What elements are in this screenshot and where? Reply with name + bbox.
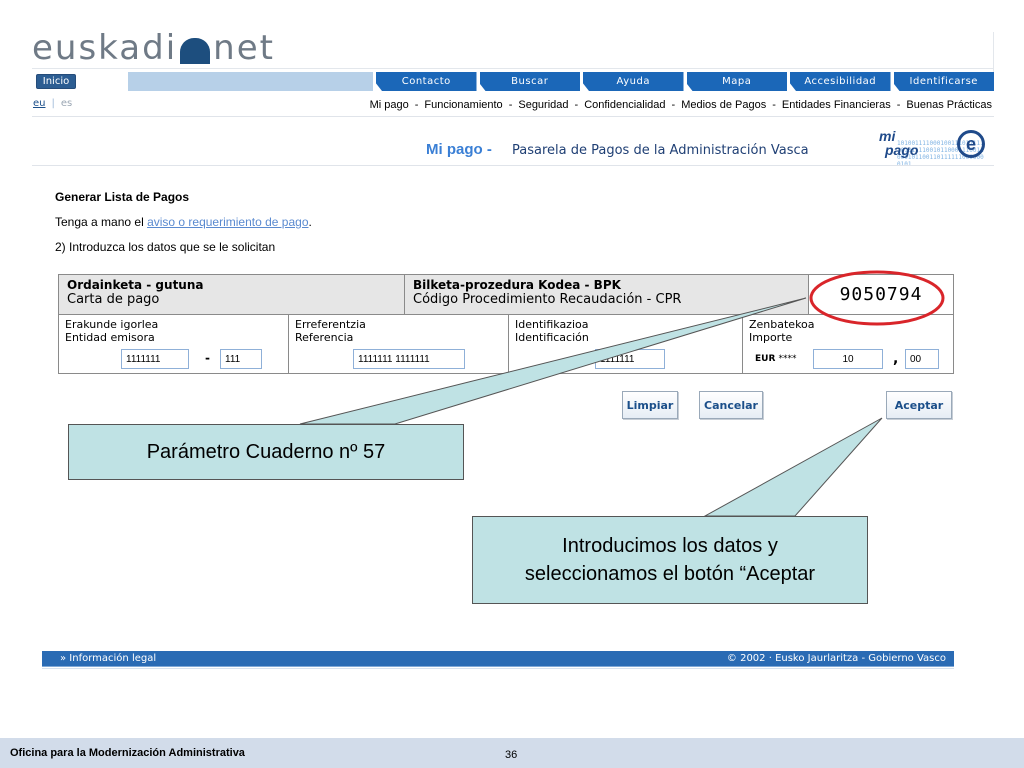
subnav-buenas-practicas[interactable]: Buenas Prácticas bbox=[906, 99, 992, 111]
payment-form: Ordainketa - gutuna Carta de pago Bilket… bbox=[58, 274, 954, 374]
cancelar-button[interactable]: Cancelar bbox=[699, 391, 763, 419]
callout-introducimos: Introducimos los datos y seleccionamos e… bbox=[472, 516, 868, 604]
form-data-row: Erakunde igorlea Entidad emisora 1111111… bbox=[59, 315, 953, 373]
subnav-mi-pago[interactable]: Mi pago bbox=[370, 99, 409, 111]
entidad-emisora-input[interactable]: 1111111 bbox=[121, 349, 189, 369]
nav-tab-buscar[interactable]: Buscar bbox=[479, 72, 580, 91]
importe-cell: Zenbatekoa Importe EUR **** 10 , 00 bbox=[743, 315, 953, 373]
euskadi-net-logo[interactable]: euskadi net bbox=[32, 28, 275, 68]
copyright-text: © 2002 · Eusko Jaurlaritza - Gobierno Va… bbox=[726, 653, 946, 664]
logo-pago-text: pago bbox=[885, 142, 919, 158]
referencia-label-es: Referencia bbox=[295, 331, 354, 344]
legal-underline bbox=[42, 668, 954, 669]
decimal-comma: , bbox=[893, 351, 899, 367]
subnav-seguridad[interactable]: Seguridad bbox=[518, 99, 568, 111]
logo-text-euskadi: euskadi bbox=[32, 28, 178, 68]
subnav-sep: - bbox=[508, 99, 513, 111]
banner-top-line bbox=[32, 116, 994, 117]
referencia-label-eu: Erreferentzia bbox=[295, 318, 366, 331]
main-nav: Inicio Contacto Buscar Ayuda Mapa Accesi… bbox=[32, 72, 994, 91]
subnav-sep: - bbox=[671, 99, 676, 111]
referencia-input[interactable]: 1111111 1111111 bbox=[353, 349, 465, 369]
callout-intro-line-2: seleccionamos el botón “Aceptar bbox=[524, 563, 816, 585]
mi-pago-logo: 1010011110001001110111111010111100101100… bbox=[877, 128, 989, 168]
banner-subtitle: Pasarela de Pagos de la Administración V… bbox=[512, 143, 809, 158]
callout-parametro: Parámetro Cuaderno nº 57 bbox=[68, 424, 464, 480]
aceptar-button[interactable]: Aceptar bbox=[886, 391, 952, 419]
entidad-label-eu: Erakunde igorlea bbox=[65, 318, 159, 331]
callout-intro-line-1: Introducimos los datos y bbox=[562, 535, 778, 557]
currency-code: EUR bbox=[755, 354, 776, 364]
aviso-link[interactable]: aviso o requerimiento de pago bbox=[147, 215, 308, 229]
lang-es-link[interactable]: es bbox=[61, 98, 72, 109]
identificacion-label-eu: Identifikazioa bbox=[515, 318, 589, 331]
instruction-suffix: . bbox=[308, 215, 312, 229]
subnav-funcionamiento[interactable]: Funcionamiento bbox=[424, 99, 502, 111]
legal-bar: » Información legal © 2002 · Eusko Jaurl… bbox=[42, 651, 954, 667]
subnav-entidades-financieras[interactable]: Entidades Financieras bbox=[782, 99, 891, 111]
lang-separator: | bbox=[51, 98, 55, 109]
instruction-line-1: Tenga a mano el aviso o requerimiento de… bbox=[55, 215, 312, 229]
subnav-sep: - bbox=[772, 99, 776, 111]
subnav-sep: - bbox=[574, 99, 579, 111]
carta-label-es: Carta de pago bbox=[67, 292, 160, 307]
logo-e-icon: e bbox=[957, 130, 985, 158]
nav-home-label: Inicio bbox=[35, 74, 77, 89]
cpr-code-value: 9050794 bbox=[839, 284, 923, 305]
logo-text-net: net bbox=[213, 28, 275, 68]
importe-entero-input[interactable]: 10 bbox=[813, 349, 883, 369]
identificacion-label-es: Identificación bbox=[515, 331, 589, 344]
entidad-emisora-cell: Erakunde igorlea Entidad emisora 1111111… bbox=[59, 315, 289, 373]
callout-parametro-text: Parámetro Cuaderno nº 57 bbox=[146, 441, 386, 463]
page-heading: Generar Lista de Pagos bbox=[55, 190, 190, 204]
nav-spacer bbox=[128, 72, 373, 91]
logo-dome-icon bbox=[180, 38, 211, 64]
header-right-divider bbox=[993, 32, 994, 72]
cpr-label-es: Código Procedimiento Recaudación - CPR bbox=[413, 292, 682, 307]
header-divider bbox=[32, 68, 994, 69]
instruction-prefix: Tenga a mano el bbox=[55, 215, 148, 229]
callout-pointer-intro bbox=[703, 417, 883, 517]
currency-stars: **** bbox=[778, 354, 797, 364]
entidad-sufijo-input[interactable]: 111 bbox=[220, 349, 262, 369]
identificacion-input[interactable]: 1111111 bbox=[595, 349, 665, 369]
currency-label: EUR **** bbox=[755, 354, 797, 364]
nav-tab-ayuda[interactable]: Ayuda bbox=[583, 72, 684, 91]
informacion-legal-link[interactable]: » Información legal bbox=[60, 653, 156, 664]
carta-label-eu: Ordainketa - gutuna bbox=[67, 278, 204, 292]
form-header-row: Ordainketa - gutuna Carta de pago Bilket… bbox=[59, 275, 953, 315]
entidad-dash: - bbox=[205, 351, 210, 365]
nav-home-button[interactable]: Inicio bbox=[32, 72, 80, 91]
slide: euskadi net Inicio Contacto Buscar Ayuda… bbox=[0, 0, 1024, 768]
referencia-cell: Erreferentzia Referencia 1111111 1111111 bbox=[289, 315, 509, 373]
nav-tabs: Contacto Buscar Ayuda Mapa Accesibilidad… bbox=[373, 72, 994, 91]
footer-organization: Oficina para la Modernización Administra… bbox=[10, 747, 245, 759]
subnav-sep: - bbox=[414, 99, 419, 111]
importe-label-eu: Zenbatekoa bbox=[749, 318, 815, 331]
identificacion-cell: Identifikazioa Identificación 1111111 bbox=[509, 315, 743, 373]
banner-title: Mi pago - bbox=[426, 141, 492, 158]
nav-tab-accesibilidad[interactable]: Accesibilidad bbox=[790, 72, 891, 91]
importe-decimal-input[interactable]: 00 bbox=[905, 349, 939, 369]
lang-eu-link[interactable]: eu bbox=[33, 98, 46, 109]
cpr-cell: Bilketa-prozedura Kodea - BPK Código Pro… bbox=[405, 275, 809, 314]
entidad-label-es: Entidad emisora bbox=[65, 331, 155, 344]
limpiar-button[interactable]: Limpiar bbox=[622, 391, 678, 419]
sub-nav: Mi pago - Funcionamiento - Seguridad - Confide… bbox=[370, 99, 992, 111]
instruction-line-2: 2) Introduzca los datos que se le solici… bbox=[55, 240, 276, 254]
subnav-confidencialidad[interactable]: Confidencialidad bbox=[584, 99, 665, 111]
slide-footer: Oficina para la Modernización Administra… bbox=[0, 738, 1024, 768]
slide-number: 36 bbox=[505, 749, 518, 761]
subnav-sep: - bbox=[896, 99, 901, 111]
nav-tab-mapa[interactable]: Mapa bbox=[686, 72, 787, 91]
cpr-label-eu: Bilketa-prozedura Kodea - BPK bbox=[413, 278, 621, 292]
carta-de-pago-cell: Ordainketa - gutuna Carta de pago bbox=[59, 275, 405, 314]
importe-label-es: Importe bbox=[749, 331, 793, 344]
subnav-medios-de-pagos[interactable]: Medios de Pagos bbox=[681, 99, 766, 111]
banner-bottom-line bbox=[32, 165, 994, 166]
nav-tab-contacto[interactable]: Contacto bbox=[376, 72, 477, 91]
language-switcher: eu | es bbox=[33, 98, 72, 109]
nav-tab-identificarse[interactable]: Identificarse bbox=[893, 72, 994, 91]
